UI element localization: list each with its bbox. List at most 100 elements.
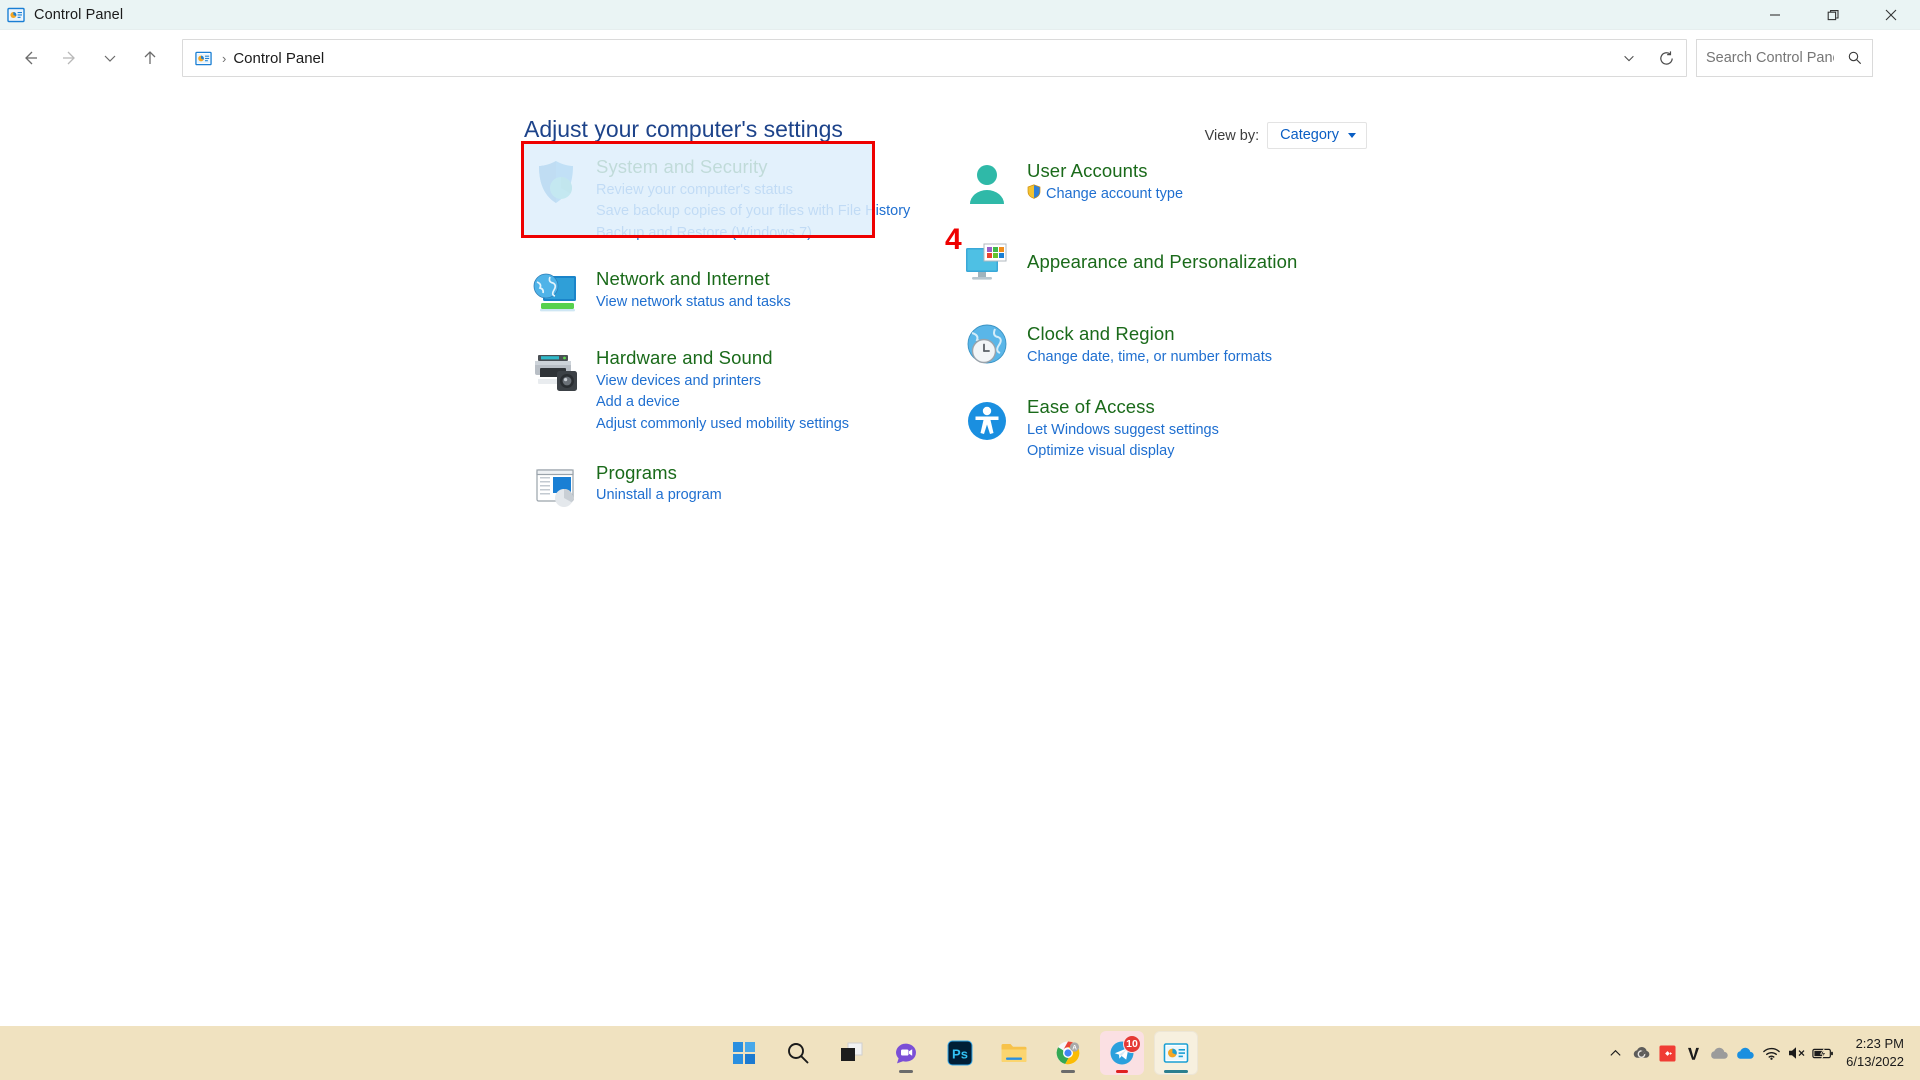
category-body: User Accounts Change account type bbox=[1027, 155, 1183, 205]
close-button[interactable] bbox=[1862, 0, 1920, 30]
red-app-icon[interactable] bbox=[1654, 1033, 1680, 1073]
window-controls bbox=[1746, 0, 1920, 30]
taskbar-running-indicator bbox=[1061, 1070, 1075, 1073]
page-title: Adjust your computer's settings bbox=[524, 116, 843, 142]
category-programs[interactable]: Programs Uninstall a program bbox=[524, 454, 964, 522]
breadcrumb-control-panel-icon bbox=[193, 48, 213, 68]
creative-cloud-icon[interactable] bbox=[1628, 1033, 1654, 1073]
category-link[interactable]: View network status and tasks bbox=[596, 292, 791, 313]
view-by-value: Category bbox=[1280, 127, 1339, 143]
uac-shield-icon bbox=[1027, 184, 1041, 206]
category-link[interactable]: Backup and Restore (Windows 7) bbox=[596, 223, 910, 244]
category-title[interactable]: Hardware and Sound bbox=[596, 346, 773, 370]
category-title[interactable]: Network and Internet bbox=[596, 267, 770, 291]
up-arrow-icon[interactable] bbox=[130, 38, 170, 78]
address-bar[interactable]: › Control Panel bbox=[182, 39, 1687, 77]
svg-text:Ps: Ps bbox=[952, 1047, 968, 1062]
category-link[interactable]: Adjust commonly used mobility settings bbox=[596, 414, 849, 435]
forward-arrow-icon[interactable] bbox=[50, 38, 90, 78]
title-bar: Control Panel bbox=[0, 0, 1920, 30]
category-link[interactable]: Review your computer's status bbox=[596, 180, 910, 201]
shield-icon bbox=[524, 151, 588, 213]
search-icon[interactable] bbox=[1838, 40, 1872, 76]
category-link[interactable]: Let Windows suggest settings bbox=[1027, 420, 1219, 441]
taskbar-active-indicator bbox=[1164, 1070, 1188, 1073]
category-link[interactable]: Change date, time, or number formats bbox=[1027, 347, 1272, 368]
photoshop-button[interactable]: Ps bbox=[938, 1031, 982, 1075]
annotation-number: 4 bbox=[945, 223, 962, 256]
chevron-down-icon bbox=[1348, 132, 1356, 138]
printer-icon bbox=[524, 342, 588, 404]
wifi-icon[interactable] bbox=[1758, 1033, 1784, 1073]
back-arrow-icon[interactable] bbox=[10, 38, 50, 78]
category-title[interactable]: Clock and Region bbox=[1027, 322, 1175, 346]
search-input[interactable] bbox=[1706, 50, 1834, 66]
show-hidden-icons-button[interactable] bbox=[1602, 1033, 1628, 1073]
recent-locations-chevron-down-icon[interactable] bbox=[90, 38, 130, 78]
volume-muted-icon[interactable] bbox=[1784, 1033, 1810, 1073]
taskbar: Ps A 10 2:23 PM 6/13/2022 bbox=[0, 1026, 1920, 1080]
category-column-left: System and Security Review your computer… bbox=[524, 148, 964, 522]
category-network-and-internet[interactable]: Network and Internet View network status… bbox=[524, 260, 964, 328]
battery-charging-icon[interactable] bbox=[1810, 1033, 1836, 1073]
start-button[interactable] bbox=[722, 1031, 766, 1075]
ease-of-access-icon bbox=[955, 390, 1019, 452]
address-dropdown-chevron-down-icon[interactable] bbox=[1612, 40, 1646, 76]
v-app-icon[interactable] bbox=[1680, 1033, 1706, 1073]
chrome-button[interactable]: A bbox=[1046, 1031, 1090, 1075]
cloud-icon[interactable] bbox=[1706, 1033, 1732, 1073]
category-clock-and-region[interactable]: Clock and Region Change date, time, or n… bbox=[955, 311, 1395, 379]
clock-time: 2:23 PM bbox=[1855, 1035, 1904, 1051]
search-taskbar-button[interactable] bbox=[776, 1031, 820, 1075]
view-by-control: View by: Category bbox=[1205, 122, 1367, 149]
network-monitor-globe-icon bbox=[524, 263, 588, 325]
category-title[interactable]: User Accounts bbox=[1027, 159, 1148, 183]
category-body: Appearance and Personalization bbox=[1027, 234, 1297, 274]
control-panel-icon bbox=[6, 5, 26, 25]
category-link[interactable]: View devices and printers bbox=[596, 371, 849, 392]
control-panel-window: Control Panel › Control Panel Search Con… bbox=[0, 0, 1920, 1080]
svg-text:A: A bbox=[1072, 1044, 1077, 1051]
user-account-icon bbox=[955, 155, 1019, 217]
telegram-button[interactable]: 10 bbox=[1100, 1031, 1144, 1075]
category-hardware-and-sound[interactable]: Hardware and Sound View devices and prin… bbox=[524, 339, 964, 438]
view-by-dropdown[interactable]: Category bbox=[1267, 122, 1367, 149]
system-tray: 2:23 PM 6/13/2022 bbox=[1602, 1026, 1920, 1080]
category-body: Network and Internet View network status… bbox=[596, 263, 791, 312]
search-box[interactable] bbox=[1696, 39, 1873, 77]
file-explorer-button[interactable] bbox=[992, 1031, 1036, 1075]
category-system-and-security[interactable]: System and Security Review your computer… bbox=[524, 148, 964, 247]
category-link[interactable]: Optimize visual display bbox=[1027, 441, 1219, 462]
window-title: Control Panel bbox=[34, 6, 124, 23]
category-link[interactable]: Add a device bbox=[596, 392, 849, 413]
category-column-right: User Accounts Change account type Appear… bbox=[955, 148, 1395, 465]
clock-date: 6/13/2022 bbox=[1846, 1054, 1904, 1069]
breadcrumb-separator: › bbox=[222, 50, 227, 66]
chat-button[interactable] bbox=[884, 1031, 928, 1075]
category-link-label: Change account type bbox=[1046, 186, 1184, 203]
category-title[interactable]: System and Security bbox=[596, 155, 768, 179]
minimize-button[interactable] bbox=[1746, 0, 1804, 30]
taskbar-running-indicator bbox=[899, 1070, 913, 1073]
category-link[interactable]: Uninstall a program bbox=[596, 485, 722, 506]
category-user-accounts[interactable]: User Accounts Change account type bbox=[955, 152, 1395, 220]
task-view-button[interactable] bbox=[830, 1031, 874, 1075]
onedrive-icon[interactable] bbox=[1732, 1033, 1758, 1073]
refresh-icon[interactable] bbox=[1646, 40, 1686, 76]
clock-globe-icon bbox=[955, 314, 1019, 376]
category-link-change-account-type[interactable]: Change account type bbox=[1027, 184, 1183, 206]
taskbar-clock[interactable]: 2:23 PM 6/13/2022 bbox=[1846, 1035, 1904, 1072]
taskbar-center-group: Ps A 10 bbox=[722, 1031, 1198, 1075]
category-body: System and Security Review your computer… bbox=[596, 151, 910, 244]
control-panel-taskbar-button[interactable] bbox=[1154, 1031, 1198, 1075]
category-title[interactable]: Appearance and Personalization bbox=[1027, 250, 1297, 274]
category-link[interactable]: Save backup copies of your files with Fi… bbox=[596, 201, 910, 222]
category-ease-of-access[interactable]: Ease of Access Let Windows suggest setti… bbox=[955, 387, 1395, 465]
view-by-label: View by: bbox=[1204, 127, 1260, 144]
category-body: Hardware and Sound View devices and prin… bbox=[596, 342, 849, 435]
category-title[interactable]: Programs bbox=[596, 461, 677, 485]
category-appearance-and-personalization[interactable]: Appearance and Personalization bbox=[955, 231, 1395, 299]
maximize-restore-button[interactable] bbox=[1804, 0, 1862, 30]
category-title[interactable]: Ease of Access bbox=[1027, 395, 1155, 419]
breadcrumb-path[interactable]: Control Panel bbox=[233, 50, 324, 67]
